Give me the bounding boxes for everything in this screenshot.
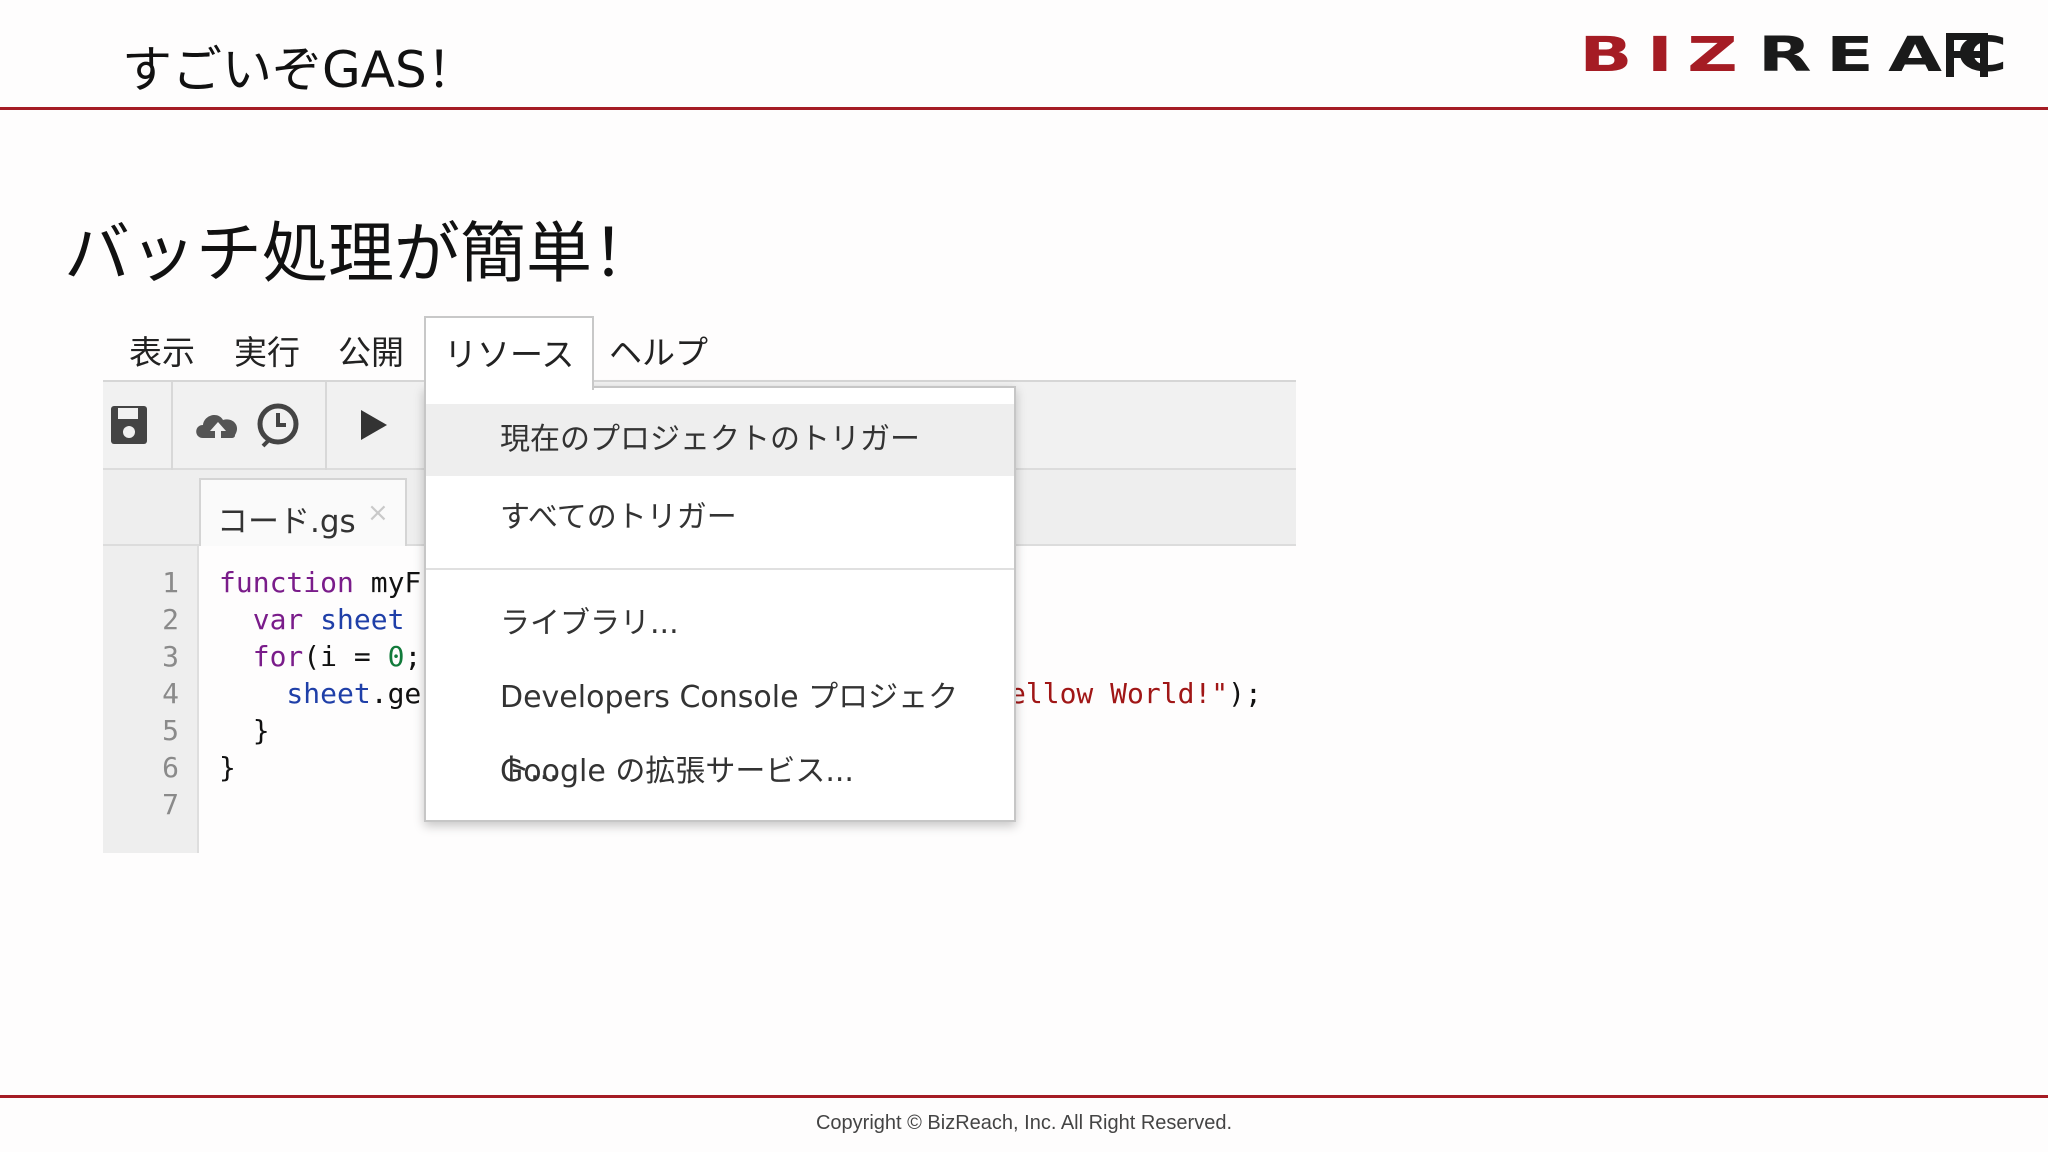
code-text: );: [1228, 677, 1262, 710]
menu-item-current-project-triggers[interactable]: 現在のプロジェクトのトリガー: [426, 404, 1014, 476]
code-keyword: var: [219, 603, 304, 636]
line-number: 6: [162, 751, 179, 784]
toolbar-divider: [171, 382, 173, 470]
code-line: }: [219, 714, 270, 747]
line-number: 7: [162, 788, 179, 821]
resources-dropdown-menu: 現在のプロジェクトのトリガー すべてのトリガー ライブラリ... Develop…: [424, 386, 1016, 822]
menu-item-advanced-services[interactable]: Google の拡張サービス...: [426, 736, 1014, 808]
close-icon[interactable]: ×: [367, 498, 389, 528]
footer-divider: [0, 1095, 2048, 1098]
menu-publish[interactable]: 公開: [338, 326, 404, 374]
clock-trigger-icon[interactable]: [255, 402, 301, 448]
run-icon[interactable]: [351, 402, 397, 448]
code-line: function myF: [219, 566, 421, 599]
code-line-tail: ellow World!");: [1009, 677, 1262, 710]
file-tab[interactable]: コード.gs ×: [199, 478, 407, 548]
menu-view[interactable]: 表示: [129, 326, 195, 374]
code-line: for(i = 0;: [219, 640, 422, 673]
menu-bar: 表示 実行 公開 リソース ヘルプ: [103, 310, 1296, 390]
menu-item-developers-console[interactable]: Developers Console プロジェクト...: [426, 662, 1014, 787]
code-text: (i =: [303, 640, 388, 673]
code-string: ellow World!": [1009, 677, 1229, 710]
logo-text-dark: REAC: [1757, 27, 2022, 83]
slide-title: すごいぞGAS！: [122, 41, 477, 99]
file-tab-label: コード.gs: [217, 504, 356, 540]
code-line: var sheet: [219, 603, 405, 636]
code-line: }: [219, 751, 236, 784]
slide-subtitle: バッチ処理が簡単！: [64, 215, 658, 292]
code-text: myF: [353, 566, 422, 599]
slide-header: すごいぞGAS！ BIZ REAC: [0, 0, 2048, 110]
code-variable: sheet: [219, 677, 371, 710]
menu-resources[interactable]: リソース: [424, 316, 595, 390]
line-number-gutter: 1 2 3 4 5 6 7: [103, 546, 199, 853]
code-keyword: for: [219, 640, 304, 673]
line-number: 4: [162, 677, 179, 710]
code-number: 0: [387, 640, 405, 673]
menu-help[interactable]: ヘルプ: [609, 326, 708, 374]
menu-divider: [426, 568, 1014, 570]
bizreach-logo: BIZ REAC: [1579, 27, 2007, 83]
save-icon[interactable]: [107, 402, 153, 448]
menu-item-libraries[interactable]: ライブラリ...: [426, 588, 1014, 660]
code-text: .ge: [370, 677, 422, 710]
code-line: sheet.ge: [219, 677, 421, 710]
menu-item-all-triggers[interactable]: すべてのトリガー: [426, 482, 1014, 554]
menu-run[interactable]: 実行: [234, 326, 300, 374]
line-number: 1: [162, 566, 179, 599]
code-variable: sheet: [303, 603, 405, 636]
logo-text-red: BIZ: [1578, 27, 1752, 83]
line-number: 2: [162, 603, 179, 636]
line-number: 3: [162, 640, 179, 673]
toolbar-divider: [325, 382, 327, 470]
copyright-footer: Copyright © BizReach, Inc. All Right Res…: [815, 1112, 1233, 1134]
cloud-upload-icon[interactable]: [191, 402, 245, 448]
code-keyword: function: [219, 566, 354, 599]
line-number: 5: [162, 714, 179, 747]
code-text: ;: [404, 640, 422, 673]
